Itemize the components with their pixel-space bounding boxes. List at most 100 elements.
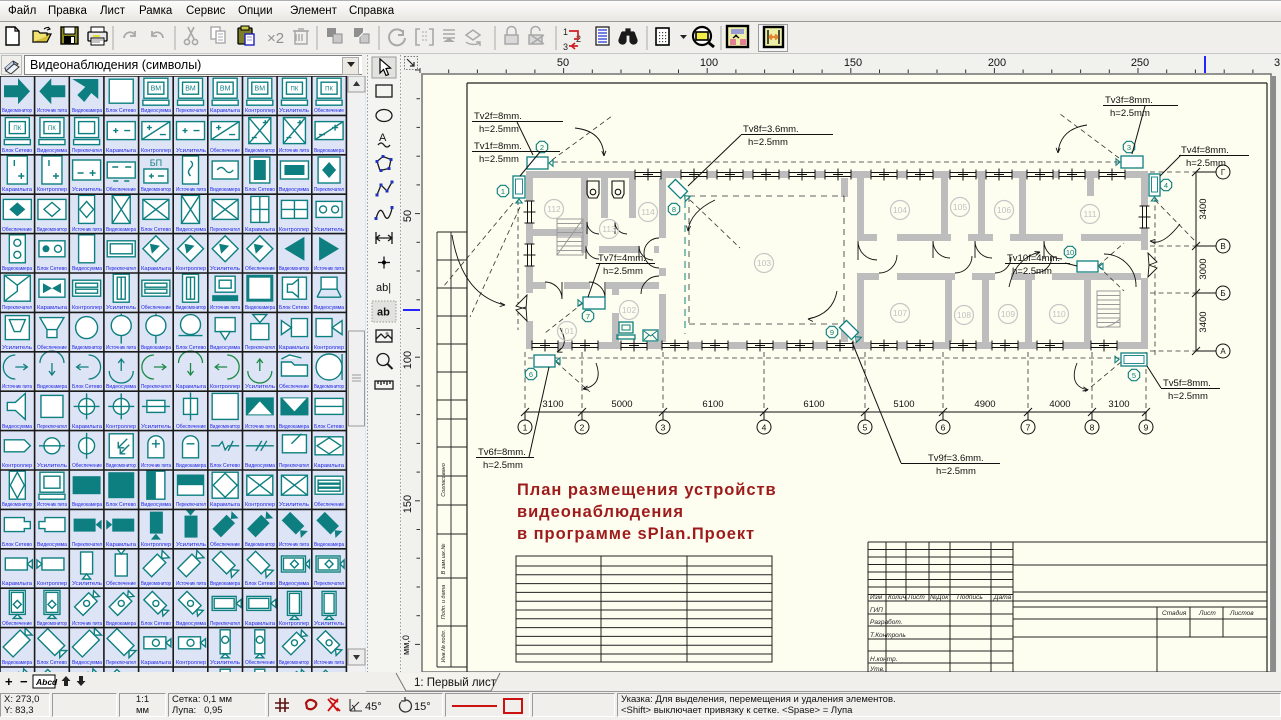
svg-text:Видеомонитор: Видеомонитор <box>2 502 32 508</box>
svg-text:45°: 45° <box>365 701 382 713</box>
svg-text:Переключател: Переключател <box>210 227 240 233</box>
svg-text:3100: 3100 <box>542 399 563 410</box>
svg-text:Видеокамера: Видеокамера <box>176 463 206 469</box>
svg-text:Tv7f=4mm.: Tv7f=4mm. <box>598 253 646 264</box>
svg-text:Подпись: Подпись <box>957 593 983 601</box>
svg-text:Контроллер: Контроллер <box>141 542 171 548</box>
svg-text:Видеомонитор: Видеомонитор <box>210 424 240 430</box>
svg-text:5000: 5000 <box>611 399 632 410</box>
svg-text:Лист: Лист <box>1198 610 1216 617</box>
svg-text:6100: 6100 <box>702 399 723 410</box>
svg-text:Переключател: Переключател <box>279 463 309 469</box>
svg-text:h=2.5mm: h=2.5mm <box>483 460 523 471</box>
svg-text:Видеокамера: Видеокамера <box>245 305 275 311</box>
svg-text:Видеосумма: Видеосумма <box>141 108 171 114</box>
svg-text:112: 112 <box>547 204 561 214</box>
svg-text:Контроллер: Контроллер <box>245 502 275 508</box>
svg-text:Видеомонитор: Видеомонитор <box>37 227 67 233</box>
svg-text:Видеомонитор: Видеомонитор <box>314 384 344 390</box>
svg-text:5100: 5100 <box>893 399 914 410</box>
svg-text:Обеспечение: Обеспечение <box>106 187 136 193</box>
svg-text:100: 100 <box>402 351 414 369</box>
svg-text:1: 1 <box>523 423 528 433</box>
svg-text:Контроллер: Контроллер <box>176 660 206 666</box>
svg-text:Усилитель: Усилитель <box>245 384 275 390</box>
svg-text:Карамлыга: Карамлыга <box>72 424 102 430</box>
svg-text:Видеосумма: Видеосумма <box>2 424 32 430</box>
svg-text:Видеокамера: Видеокамера <box>141 345 171 351</box>
svg-text:Обеспечение: Обеспечение <box>141 305 171 311</box>
svg-text:4000: 4000 <box>1049 399 1070 410</box>
svg-text:Видеомонитор: Видеомонитор <box>2 108 32 114</box>
svg-text:Усилитель: Усилитель <box>2 345 32 351</box>
svg-text:Стадия: Стадия <box>1162 609 1187 617</box>
svg-text:Видеосумма: Видеосумма <box>279 187 309 193</box>
svg-text:Видеомонитор: Видеомонитор <box>279 266 309 272</box>
svg-text:Обеспечение: Обеспечение <box>245 266 275 272</box>
svg-text:Видеокамера: Видеокамера <box>106 227 136 233</box>
svg-text:150: 150 <box>844 57 862 69</box>
svg-text:10: 10 <box>1066 248 1074 257</box>
svg-text:видеонаблюдения: видеонаблюдения <box>517 503 684 521</box>
svg-text:Обеспечение: Обеспечение <box>279 384 309 390</box>
svg-text:h=2.5mm: h=2.5mm <box>936 466 976 477</box>
svg-text:5: 5 <box>863 423 868 433</box>
svg-text:100: 100 <box>700 57 718 69</box>
svg-text:Усилитель: Усилитель <box>37 463 67 469</box>
svg-text:Видеомонитор: Видеомонитор <box>141 581 171 587</box>
svg-text:Переключател: Переключател <box>314 581 344 587</box>
svg-text:9: 9 <box>1144 423 1149 433</box>
svg-text:3400: 3400 <box>1198 311 1209 332</box>
svg-text:Источник пита: Источник пита <box>314 660 344 666</box>
svg-text:Г: Г <box>1221 168 1226 177</box>
svg-text:БП: БП <box>150 158 162 168</box>
svg-text:Разработ.: Разработ. <box>870 618 903 626</box>
svg-text:Обеспечение: Обеспечение <box>314 502 344 508</box>
svg-text:Карамлыга: Карамлыга <box>106 148 136 154</box>
svg-text:BM: BM <box>220 86 231 93</box>
svg-text:3: 3 <box>563 42 568 52</box>
svg-text:Tv5f=8mm.: Tv5f=8mm. <box>1163 378 1211 389</box>
svg-text:Источник пита: Источник пита <box>314 266 344 272</box>
svg-text:3: 3 <box>661 423 666 433</box>
svg-text:3000: 3000 <box>1198 258 1209 279</box>
svg-text:50: 50 <box>557 57 569 69</box>
svg-text:Tv9f=3.6mm.: Tv9f=3.6mm. <box>928 453 984 464</box>
svg-text:Обеспечение: Обеспечение <box>2 227 32 233</box>
svg-text:Обеспечение: Обеспечение <box>210 148 240 154</box>
svg-text:Видеокамера: Видеокамера <box>2 266 32 272</box>
svg-text:Переключател: Переключател <box>176 108 206 114</box>
svg-text:Обеспечение: Обеспечение <box>37 345 67 351</box>
svg-text:Видеосумма: Видеосумма <box>210 345 240 351</box>
svg-text:Видеосумма: Видеосумма <box>141 502 171 508</box>
svg-text:Обеспечение: Обеспечение <box>210 542 240 548</box>
svg-text:Контроллер: Контроллер <box>279 227 309 233</box>
svg-text:Источник пита: Источник пита <box>37 502 67 508</box>
svg-text:Видеосумма: Видеосумма <box>72 266 102 272</box>
svg-text:Tv3f=8mm.: Tv3f=8mm. <box>1105 95 1153 106</box>
svg-text:Контроллер: Контроллер <box>245 108 275 114</box>
svg-text:1: 1 <box>563 27 568 37</box>
svg-text:Обеспечение: Обеспечение <box>245 660 275 666</box>
svg-text:Переключател: Переключател <box>2 305 32 311</box>
svg-text:Подп. и дата: Подп. и дата <box>441 585 447 619</box>
svg-text:Видеосумма: Видеосумма <box>37 542 67 548</box>
svg-text:Видеосумма: Видеосумма <box>279 581 309 587</box>
svg-text:Видеосумма: Видеосумма <box>37 148 67 154</box>
svg-text:Tv10f=4mm.: Tv10f=4mm. <box>1007 253 1060 264</box>
svg-text:Блок Сетево: Блок Сетево <box>2 542 32 548</box>
svg-text:Контроллер: Контроллер <box>279 621 309 627</box>
svg-text:ПК: ПК <box>13 126 21 132</box>
svg-text:Переключател: Переключател <box>37 424 67 430</box>
svg-text:Обеспечение: Обеспечение <box>106 581 136 587</box>
svg-text:Лист: Лист <box>907 594 925 601</box>
svg-text:3: 3 <box>1274 57 1280 69</box>
svg-text:Колич: Колич <box>888 594 907 601</box>
svg-text:7: 7 <box>586 312 590 321</box>
svg-text:A: A <box>379 132 387 144</box>
svg-text:№Док: №Док <box>930 594 949 601</box>
svg-text:Tv1f=8mm.: Tv1f=8mm. <box>474 141 522 152</box>
svg-text:Согласовано: Согласовано <box>441 463 447 497</box>
svg-text:Карамлыга: Карамлыга <box>176 384 206 390</box>
svg-text:Блок Сетево: Блок Сетево <box>141 621 171 627</box>
